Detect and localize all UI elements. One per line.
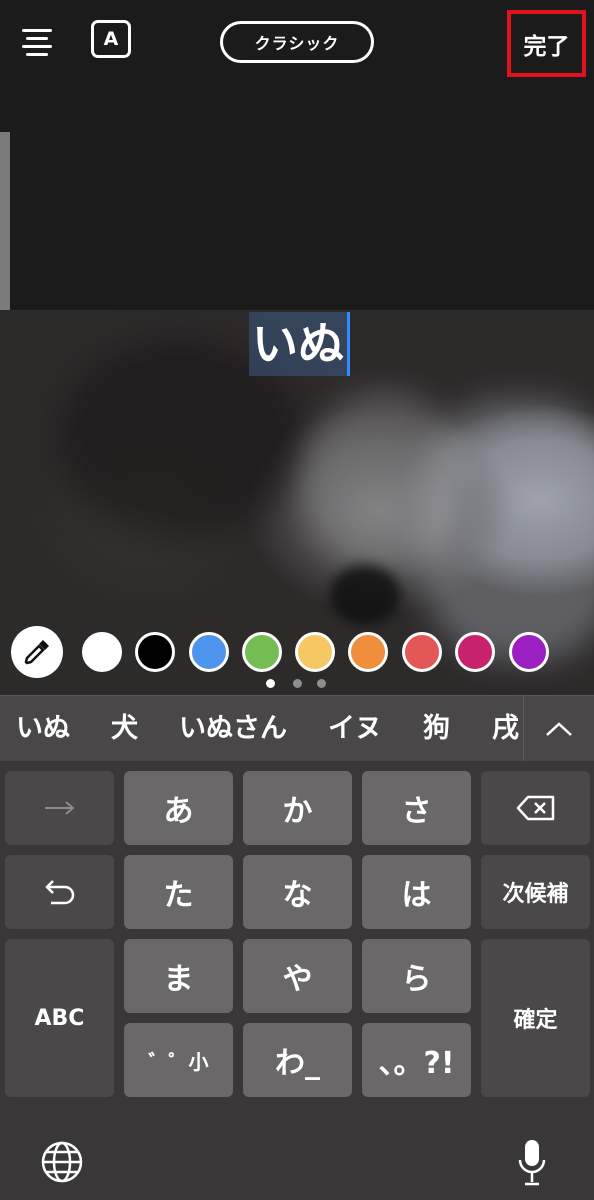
selected-text[interactable]: いぬ [249,312,347,376]
undo-key[interactable] [5,855,114,929]
page-dot [317,679,326,688]
candidate-item[interactable]: 狗 [423,696,450,762]
key-ta[interactable]: た [124,855,233,929]
keyboard-bottom-bar [0,1128,594,1200]
key-ra[interactable]: ら [362,939,471,1013]
eyedropper-icon[interactable] [11,626,63,678]
color-swatch[interactable] [348,632,388,672]
confirm-key[interactable]: 確定 [481,939,590,1097]
key-sa[interactable]: さ [362,771,471,845]
microphone-icon[interactable] [517,1138,547,1188]
font-style-button[interactable]: クラシック [220,21,374,63]
abc-mode-key[interactable]: ABC [5,939,114,1097]
page-dot [293,679,302,688]
chevron-up-icon [546,722,572,736]
color-swatch[interactable] [242,632,282,672]
text-background-button[interactable]: A [91,20,131,58]
key-ka[interactable]: か [243,771,352,845]
key-ya[interactable]: や [243,939,352,1013]
candidate-item[interactable]: いぬ [16,696,70,762]
candidate-item[interactable]: いぬさん [179,696,287,762]
candidate-item[interactable]: イヌ [328,696,382,762]
key-ha[interactable]: は [362,855,471,929]
key-a[interactable]: あ [124,771,233,845]
color-swatch[interactable] [455,632,495,672]
text-caret [347,312,350,376]
conversion-candidates-bar: いぬ 犬 いぬさん イヌ 狗 戌 [0,695,594,762]
dakuten-small-key[interactable]: ゛゜小 [124,1023,233,1097]
color-swatch[interactable] [295,632,335,672]
text-input-area[interactable]: いぬ [249,312,350,376]
punctuation-key[interactable]: 、。?! [362,1023,471,1097]
page-dot-active [266,679,275,688]
key-wa[interactable]: わ_ [243,1023,352,1097]
undo-icon [44,880,74,905]
candidate-item[interactable]: 戌 [492,696,519,762]
expand-candidates-button[interactable] [523,696,594,762]
color-swatch[interactable] [402,632,442,672]
done-button[interactable]: 完了 [507,10,586,77]
text-align-icon[interactable] [22,26,54,58]
next-candidate-key[interactable]: 次候補 [481,855,590,929]
color-swatch[interactable] [135,632,175,672]
color-swatch[interactable] [82,632,122,672]
arrow-right-icon [44,801,75,815]
palette-page-indicator [266,679,330,689]
key-na[interactable]: な [243,855,352,929]
backspace-key[interactable] [481,771,590,845]
key-ma[interactable]: ま [124,939,233,1013]
color-swatch[interactable] [509,632,549,672]
cursor-right-key[interactable] [5,771,114,845]
candidate-item[interactable]: 犬 [111,696,138,762]
top-bar: A クラシック 完了 [0,0,594,85]
backspace-icon [516,795,554,821]
color-swatch[interactable] [189,632,229,672]
globe-icon[interactable] [40,1140,84,1184]
